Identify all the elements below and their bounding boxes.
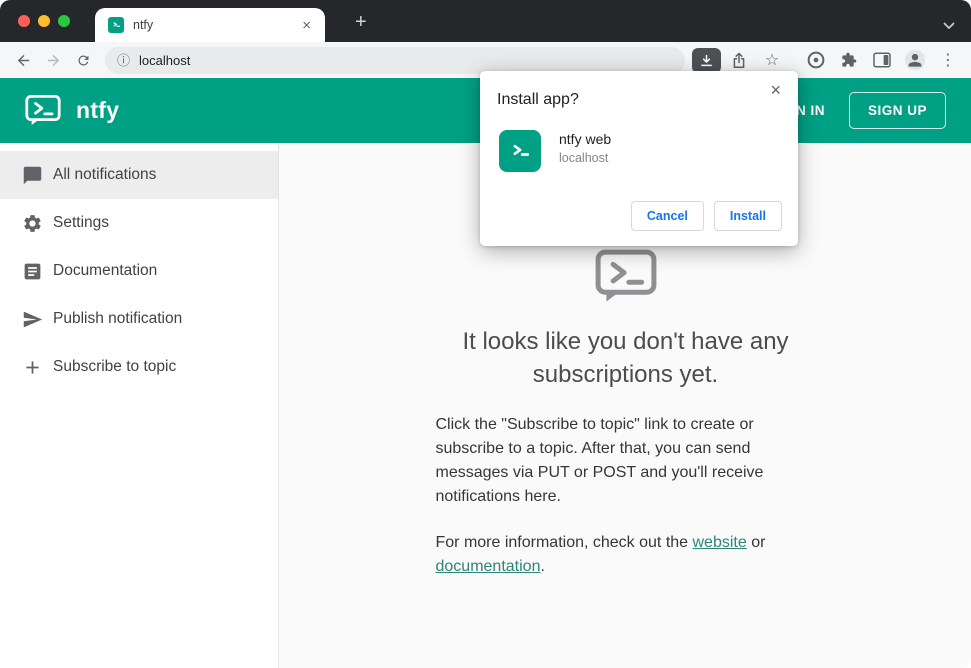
empty-state-links-paragraph: For more information, check out the webs… [436, 531, 816, 579]
send-icon [21, 308, 44, 331]
sidebar-item-label: All notifications [53, 166, 157, 183]
sidebar-item-settings[interactable]: Settings [0, 199, 278, 247]
tab-close-icon[interactable]: × [298, 16, 315, 35]
sidebar-item-all-notifications[interactable]: All notifications [0, 151, 278, 199]
close-window-button[interactable] [18, 15, 30, 27]
sidebar-item-label: Subscribe to topic [53, 358, 177, 375]
back-icon[interactable] [8, 45, 38, 75]
dialog-app-name: ntfy web [559, 131, 612, 147]
paragraph-text: . [540, 558, 545, 575]
cancel-button[interactable]: Cancel [630, 201, 704, 231]
gear-icon [21, 212, 44, 235]
ntfy-favicon-icon [108, 17, 124, 33]
paragraph-text: or [746, 534, 766, 551]
reload-icon[interactable] [68, 45, 98, 75]
password-manager-extension-icon[interactable] [801, 45, 831, 75]
install-app-dialog: Install app? × ntfy web localhost Cancel… [480, 71, 798, 246]
ntfy-logo-icon [25, 94, 61, 127]
dialog-actions: Cancel Install [630, 201, 782, 231]
tab-search-chevron-icon[interactable] [943, 17, 955, 35]
site-info-icon[interactable]: ⓘ [117, 54, 130, 67]
sidebar: All notifications Settings Documentation… [0, 143, 279, 668]
paragraph-text: For more information, check out the [435, 534, 693, 551]
ntfy-terminal-icon [436, 249, 816, 309]
empty-state-heading: It looks like you don't have any subscri… [462, 328, 789, 388]
extensions-puzzle-icon[interactable] [834, 45, 864, 75]
install-app-icon[interactable] [692, 47, 721, 73]
forward-icon[interactable] [38, 45, 68, 75]
empty-state-paragraph: Click the "Subscribe to topic" link to c… [435, 416, 764, 505]
browser-tab-ntfy[interactable]: ntfy × [95, 8, 325, 42]
address-bar[interactable]: ⓘ localhost [105, 46, 685, 74]
window-controls [18, 15, 70, 27]
sidebar-item-documentation[interactable]: Documentation [0, 247, 278, 295]
empty-state: It looks like you don't have any subscri… [436, 249, 816, 579]
minimize-window-button[interactable] [38, 15, 50, 27]
sidebar-item-label: Documentation [53, 262, 158, 279]
app-title: ntfy [76, 97, 120, 123]
dialog-close-icon[interactable]: × [765, 79, 786, 101]
book-icon [21, 260, 44, 283]
ntfy-app-icon [499, 130, 541, 172]
sidebar-item-subscribe-to-topic[interactable]: Subscribe to topic [0, 343, 278, 391]
sidebar-item-label: Publish notification [53, 310, 183, 327]
browser-window: ntfy × + ⓘ localhost ☆ ⋮ ntfy SIGN IN SI… [0, 0, 971, 668]
sidebar-item-label: Settings [53, 214, 110, 231]
install-button[interactable]: Install [713, 201, 782, 231]
url-text: localhost [139, 52, 191, 68]
plus-icon [21, 356, 44, 379]
tab-title: ntfy [133, 18, 154, 32]
side-panel-icon[interactable] [867, 45, 897, 75]
browser-menu-dots-icon[interactable]: ⋮ [933, 45, 963, 75]
dialog-title: Install app? [497, 91, 579, 108]
chat-bubble-icon [21, 164, 44, 187]
dialog-app-origin: localhost [559, 151, 609, 165]
profile-avatar[interactable] [900, 45, 930, 75]
sidebar-item-publish-notification[interactable]: Publish notification [0, 295, 278, 343]
sign-up-button[interactable]: SIGN UP [848, 92, 946, 129]
documentation-link[interactable]: documentation [436, 558, 541, 575]
new-tab-button[interactable]: + [349, 10, 373, 34]
zoom-window-button[interactable] [58, 15, 70, 27]
tab-strip: ntfy × + [0, 0, 971, 42]
website-link[interactable]: website [693, 534, 747, 551]
